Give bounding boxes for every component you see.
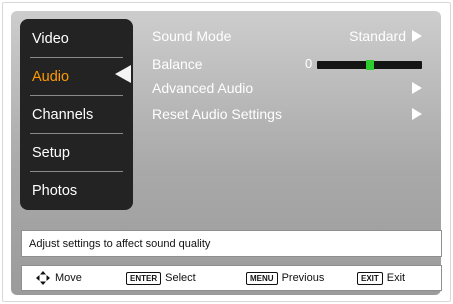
reset-audio-label: Reset Audio Settings <box>152 106 282 122</box>
menu-key-icon: MENU <box>246 271 278 285</box>
help-text-bar: Adjust settings to affect sound quality <box>21 230 442 257</box>
sidebar-menu: Video Audio Channels Setup Photos <box>20 19 133 210</box>
sidebar-item-label: Channels <box>32 107 94 123</box>
enter-key-icon: ENTER <box>126 271 162 285</box>
balance-slider[interactable] <box>317 60 422 70</box>
sidebar-item-label: Photos <box>32 183 78 199</box>
balance-row[interactable]: Balance 0 <box>152 54 422 74</box>
select-label: Select <box>165 272 196 284</box>
move-hint: Move <box>36 266 82 290</box>
sidebar-item-photos[interactable]: Photos <box>20 172 133 210</box>
active-selection-arrow-icon <box>115 65 131 83</box>
arrow-right-icon <box>412 30 422 42</box>
sound-mode-row[interactable]: Sound Mode Standard <box>152 26 422 46</box>
advanced-audio-label: Advanced Audio <box>152 80 254 96</box>
sidebar-item-label: Video <box>32 31 69 47</box>
previous-label: Previous <box>281 272 325 284</box>
sound-mode-value: Standard <box>349 28 406 44</box>
sidebar-item-channels[interactable]: Channels <box>20 96 133 134</box>
exit-key-icon: EXIT <box>357 271 383 285</box>
exit-hint: EXIT Exit <box>357 266 405 290</box>
select-hint: ENTER Select <box>126 266 196 290</box>
previous-hint: MENU Previous <box>246 266 324 290</box>
arrow-right-icon <box>412 108 422 120</box>
balance-slider-knob[interactable] <box>366 60 374 70</box>
arrow-right-icon <box>412 82 422 94</box>
footer-hints: Move ENTER Select MENU Previous EXIT Exi… <box>21 265 442 291</box>
reset-audio-row[interactable]: Reset Audio Settings <box>152 104 422 124</box>
dpad-icon <box>36 271 50 285</box>
sidebar-item-label: Audio <box>32 69 70 85</box>
audio-settings-list: Sound Mode Standard Balance 0 Advanced A… <box>152 26 422 146</box>
balance-value: 0 <box>305 56 313 71</box>
sidebar-item-label: Setup <box>32 145 70 161</box>
exit-label: Exit <box>386 272 406 284</box>
move-label: Move <box>55 272 82 284</box>
help-text: Adjust settings to affect sound quality <box>29 237 211 250</box>
sidebar-item-video[interactable]: Video <box>20 20 133 58</box>
sidebar-item-setup[interactable]: Setup <box>20 134 133 172</box>
sound-mode-label: Sound Mode <box>152 28 232 44</box>
advanced-audio-row[interactable]: Advanced Audio <box>152 78 422 98</box>
